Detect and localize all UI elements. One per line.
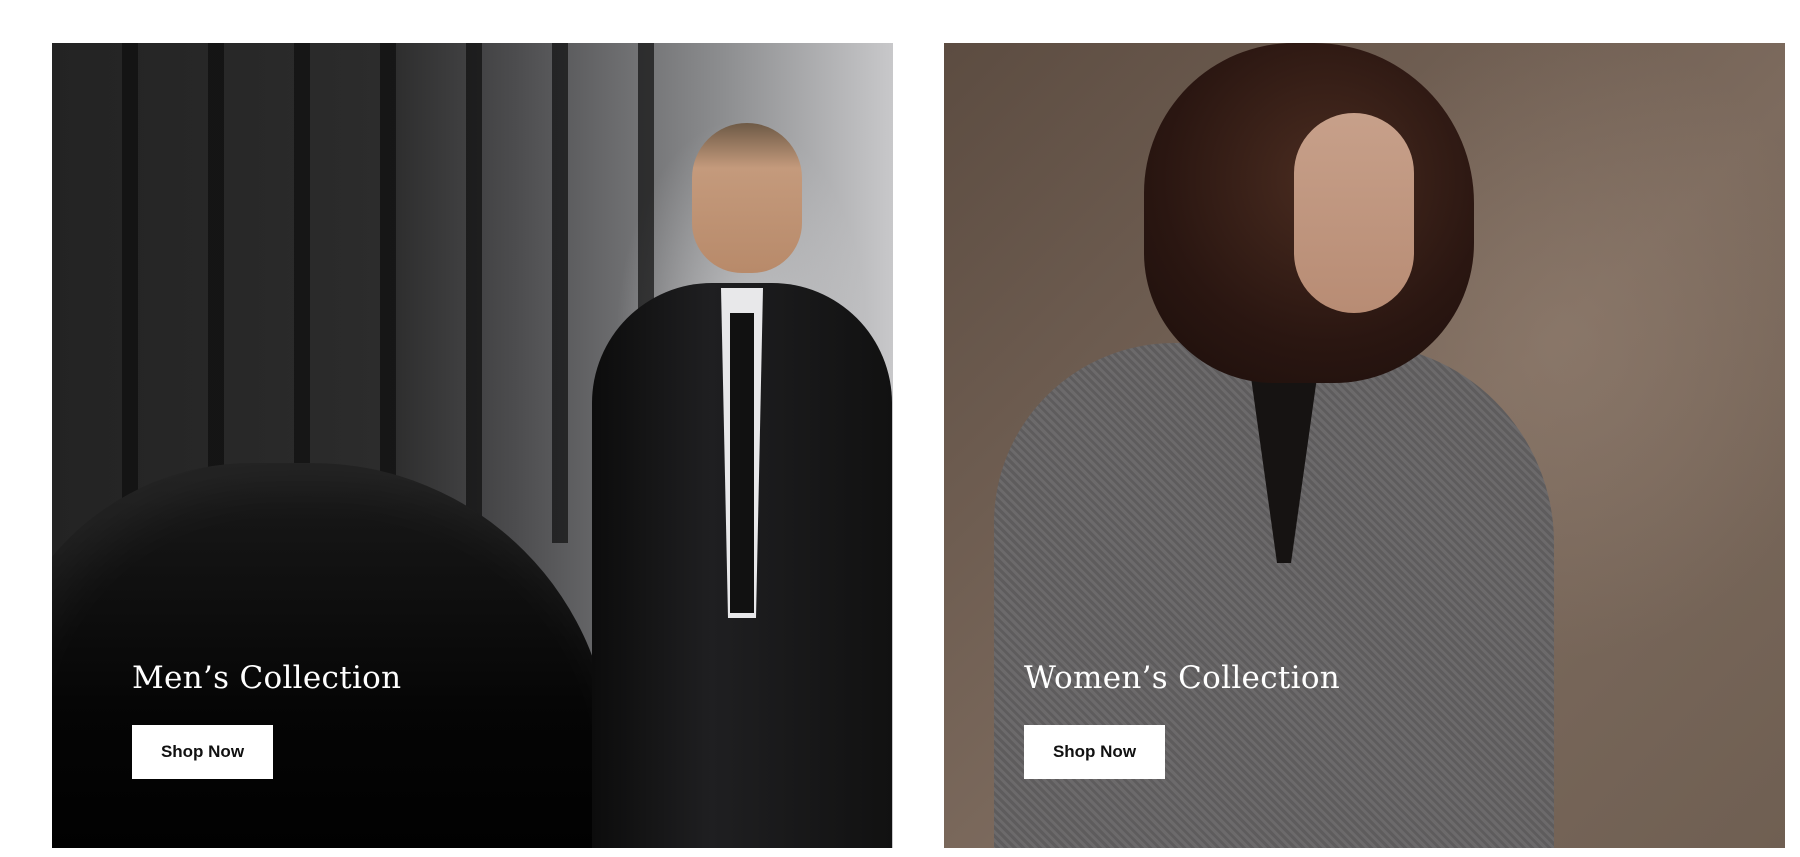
womens-collection-card[interactable]: Women’s Collection Shop Now [944, 43, 1785, 848]
womens-collection-title: Women’s Collection [1024, 660, 1341, 696]
womens-collection-caption: Women’s Collection Shop Now [1024, 660, 1341, 780]
womens-shop-now-button[interactable]: Shop Now [1024, 725, 1165, 780]
man-in-suit [592, 113, 892, 848]
mens-collection-title: Men’s Collection [132, 660, 402, 696]
mens-collection-card[interactable]: Men’s Collection Shop Now [52, 43, 893, 848]
mens-collection-caption: Men’s Collection Shop Now [132, 660, 402, 780]
mens-shop-now-button[interactable]: Shop Now [132, 725, 273, 780]
collections-section: Men’s Collection Shop Now Women’s Collec… [0, 0, 1800, 857]
